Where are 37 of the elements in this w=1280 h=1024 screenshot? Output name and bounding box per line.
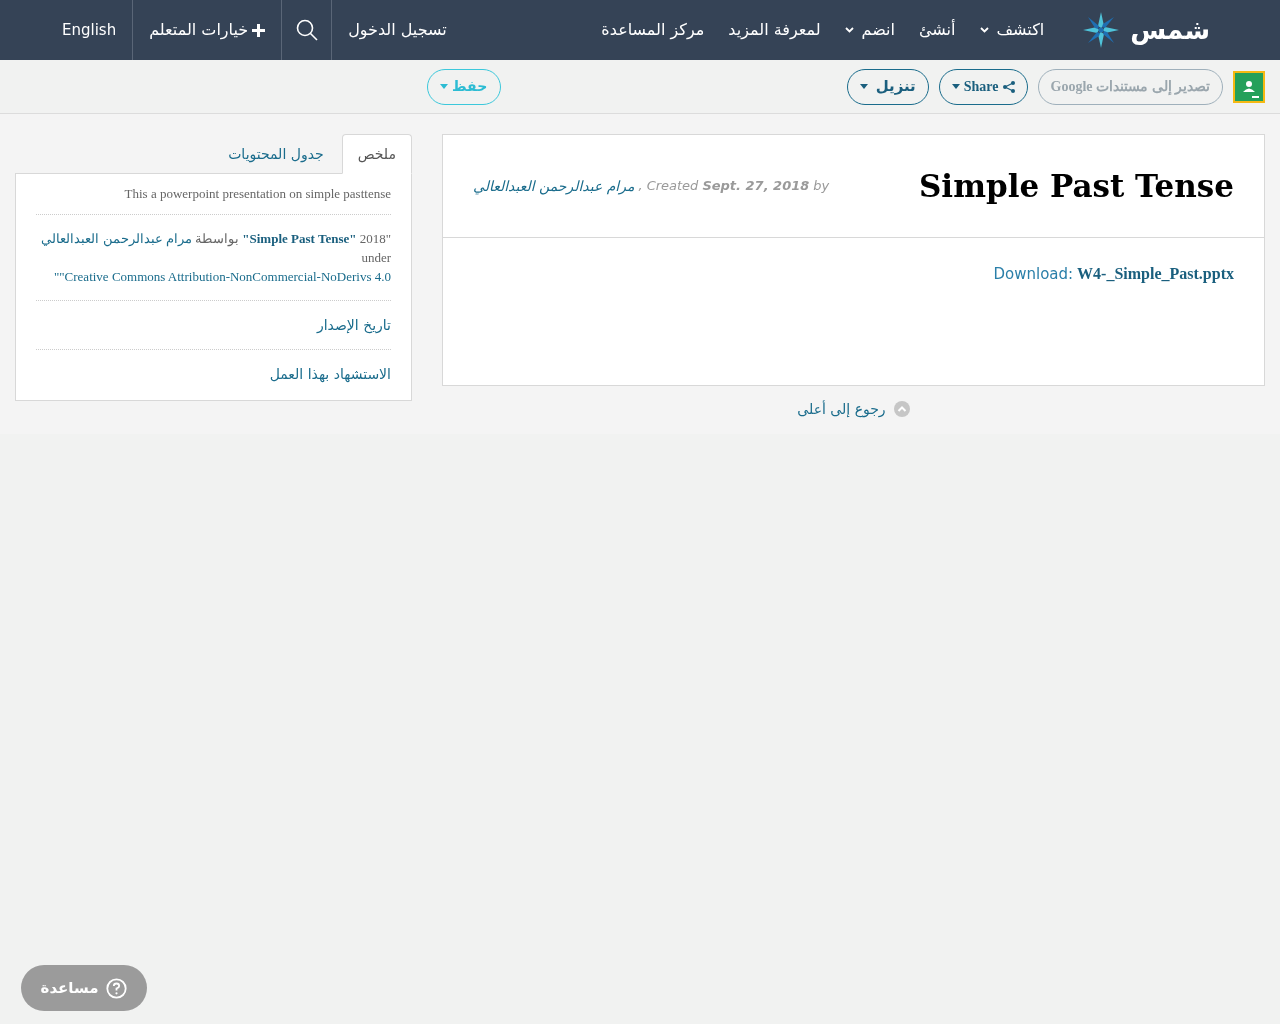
question-icon — [106, 977, 128, 999]
chevron-down-icon — [979, 27, 989, 33]
resource-title: Simple Past Tense — [919, 166, 1234, 206]
plus-icon — [252, 23, 266, 37]
byline-text: , — [638, 177, 643, 196]
language-link[interactable]: English — [0, 0, 133, 60]
file-link[interactable]: W4-_Simple_Past.pptx — [1077, 262, 1234, 286]
attribution-link[interactable]: مرام عبدالرحمن العبدالعالي — [41, 230, 192, 246]
author-link[interactable]: مرام عبدالرحمن العبدالعالي — [473, 175, 635, 197]
byline-text: Created — [646, 177, 699, 196]
tab[interactable]: جدول المحتويات — [210, 134, 342, 174]
byline-text: by — [813, 177, 830, 196]
nav-link[interactable]: مركز المساعدة — [601, 18, 705, 42]
nav-link[interactable]: لمعرفة المزيد — [728, 18, 821, 42]
chevron-up-circle-icon — [893, 401, 910, 417]
summary-text: This a powerpoint presentation on simple pasttense — [36, 174, 391, 215]
panel-link[interactable]: الاستشهاد بهذا العمل — [269, 365, 391, 382]
caret-icon — [859, 84, 868, 89]
attribution-link[interactable]: "Creative Commons Attribution-NonCommercial-NoDerivs 4.0" — [54, 268, 391, 284]
chevron-down-icon — [844, 27, 854, 33]
created-date: Sept. 27, 2018 — [702, 177, 810, 196]
title-link[interactable]: "Simple Past Tense" — [242, 230, 357, 246]
nav-link[interactable]: اكتشف — [979, 18, 1045, 42]
caret-icon — [440, 84, 449, 89]
nav-link[interactable]: انضم — [844, 18, 895, 42]
download-label: Download: — [993, 264, 1074, 285]
panel-link[interactable]: تاريخ الإصدار — [316, 316, 391, 333]
logo-text[interactable]: شمس — [1130, 10, 1210, 50]
back-to-top-link[interactable]: رجوع إلى أعلى — [797, 398, 886, 420]
learner-options-link[interactable]: خيارات المتعلم — [132, 0, 282, 60]
login-link[interactable]: تسجيل الدخول — [331, 0, 463, 60]
search-icon — [294, 18, 319, 42]
caret-icon — [951, 84, 960, 89]
tab[interactable]: ملخص — [341, 134, 412, 174]
classroom-icon[interactable] — [1233, 70, 1265, 103]
nav-link[interactable]: أنشئ — [919, 18, 956, 42]
share-icon — [1002, 80, 1015, 93]
